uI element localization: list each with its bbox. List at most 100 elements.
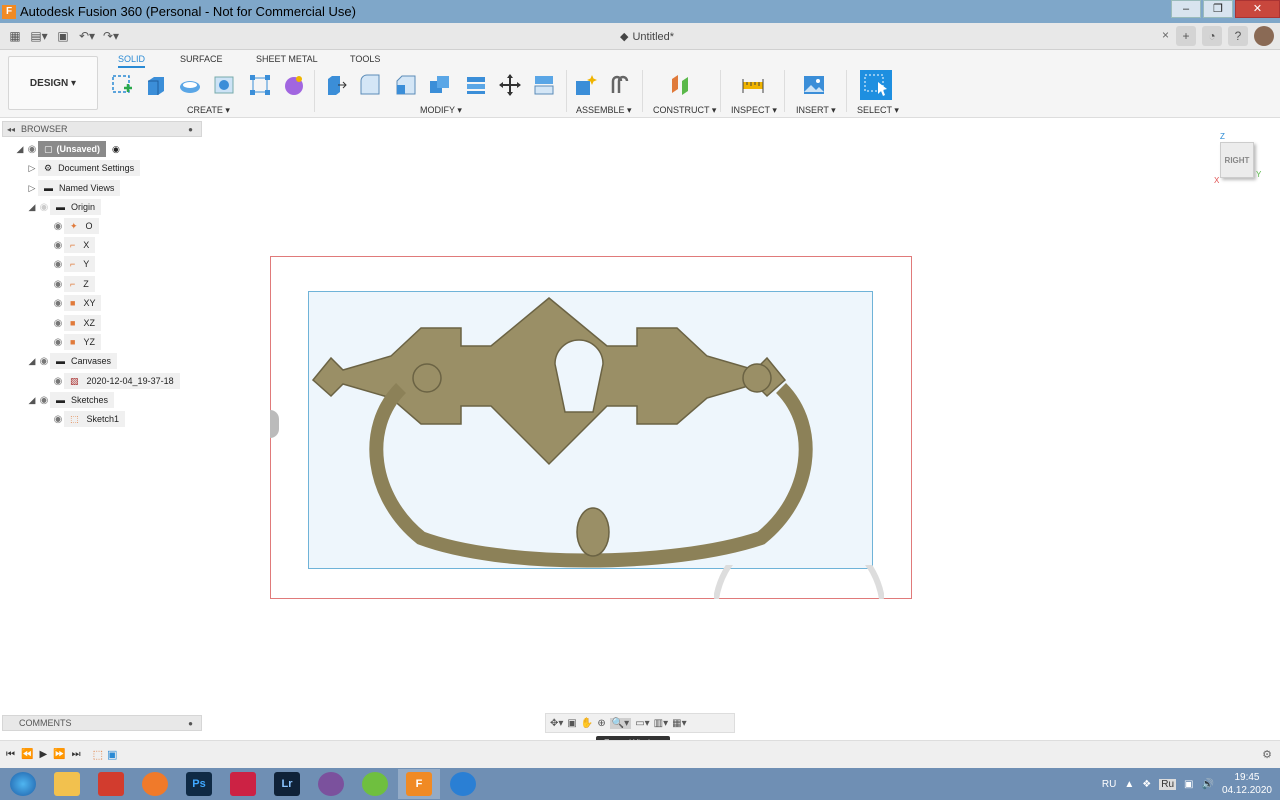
eye-icon[interactable]: ◉ [52, 376, 64, 387]
avatar[interactable] [1254, 26, 1274, 46]
timeline-settings-icon[interactable]: ⚙ [1262, 748, 1272, 761]
tree-item-origin-point[interactable]: ◉ ✦ O [52, 218, 99, 234]
zoom-window-icon[interactable]: 🔍▾ [609, 717, 632, 729]
tree-item-origin[interactable]: ◢ ◉ ▬ Origin [26, 199, 102, 215]
eye-icon[interactable]: ◉ [38, 395, 50, 406]
expand-icon[interactable]: ◢ [26, 395, 38, 406]
new-tab-button[interactable]: + [1176, 26, 1196, 46]
revolve-icon[interactable] [178, 73, 202, 97]
create-group-label[interactable]: CREATE ▾ [187, 105, 230, 116]
taskbar-disk-icon[interactable] [222, 769, 264, 799]
go-to-start-icon[interactable]: ⏮ [6, 749, 15, 760]
eye-icon[interactable]: ◉ [38, 356, 50, 367]
taskbar-app-red-icon[interactable] [90, 769, 132, 799]
minimize-button[interactable]: – [1171, 0, 1201, 18]
select-icon[interactable] [860, 70, 892, 100]
timeline-sketch-icon[interactable]: ⬚ [93, 748, 103, 761]
taskbar-lightroom-icon[interactable]: Lr [266, 769, 308, 799]
viewports-icon[interactable]: ▦▾ [672, 718, 686, 729]
step-forward-icon[interactable]: ⏩ [53, 749, 65, 760]
redo-icon[interactable]: ↷▾ [102, 27, 120, 45]
expand-icon[interactable]: ▷ [26, 183, 38, 194]
insert-image-icon[interactable] [802, 73, 826, 97]
zoom-icon[interactable]: ⊕ [597, 718, 605, 729]
tree-item-canvases[interactable]: ◢ ◉ ▬ Canvases [26, 353, 118, 369]
tree-item-z-axis[interactable]: ◉ ⌐ Z [52, 276, 95, 292]
file-menu-icon[interactable]: ▤▾ [30, 27, 48, 45]
comments-panel-header[interactable]: COMMENTS ● [2, 715, 202, 731]
tree-item-xz-plane[interactable]: ◉ ■ XZ [52, 315, 101, 331]
job-status-icon[interactable]: ◔ [1202, 26, 1222, 46]
display-settings-icon[interactable]: ▭▾ [635, 718, 649, 729]
tree-item-xy-plane[interactable]: ◉ ■ XY [52, 295, 102, 311]
pin-icon[interactable]: ● [188, 125, 193, 134]
modify-group-label[interactable]: MODIFY ▾ [420, 105, 462, 116]
tree-item-yz-plane[interactable]: ◉ ■ YZ [52, 334, 101, 350]
tab-surface[interactable]: SURFACE [180, 54, 223, 64]
taskbar-fusion-icon[interactable]: F [398, 769, 440, 799]
eye-icon[interactable]: ◉ [52, 318, 64, 329]
timeline-canvas-icon[interactable]: ▣ [107, 748, 117, 761]
measure-icon[interactable] [741, 73, 765, 97]
orbit-icon[interactable]: ✥▾ [550, 718, 563, 729]
tab-solid[interactable]: SOLID [118, 54, 146, 68]
undo-icon[interactable]: ↶▾ [78, 27, 96, 45]
network-icon[interactable]: ▣ [1184, 779, 1193, 790]
browser-panel-header[interactable]: ◂◂ BROWSER ● [2, 121, 202, 137]
fillet-icon[interactable] [358, 73, 382, 97]
activate-radio-icon[interactable]: ◉ [112, 144, 120, 155]
assemble-group-label[interactable]: ASSEMBLE ▾ [576, 105, 632, 116]
help-icon[interactable]: ? [1228, 26, 1248, 46]
chamfer-icon[interactable] [394, 73, 418, 97]
expand-icon[interactable]: ◢ [14, 144, 26, 155]
save-icon[interactable]: ▣ [54, 27, 72, 45]
construct-group-label[interactable]: CONSTRUCT ▾ [653, 105, 716, 116]
workspace-switcher[interactable]: DESIGN ▾ [8, 56, 98, 110]
collapse-browser-icon[interactable]: ◂◂ [7, 125, 15, 134]
grid-settings-icon[interactable]: ▥▾ [654, 718, 668, 729]
clock[interactable]: 19:45 04.12.2020 [1222, 771, 1272, 797]
eye-icon[interactable]: ◉ [52, 221, 64, 232]
inspect-group-label[interactable]: INSPECT ▾ [731, 105, 777, 116]
insert-group-label[interactable]: INSERT ▾ [796, 105, 836, 116]
taskbar-photoshop-icon[interactable]: Ps [178, 769, 220, 799]
taskbar-firefox-icon[interactable] [134, 769, 176, 799]
grid-menu-icon[interactable]: ▦ [6, 27, 24, 45]
combine-icon[interactable] [464, 73, 488, 97]
keyboard-layout-indicator[interactable]: Ru [1159, 778, 1177, 790]
tray-expand-icon[interactable]: ▲ [1124, 779, 1134, 790]
tab-tools[interactable]: TOOLS [350, 54, 380, 64]
tree-item-canvas-image[interactable]: ◉ ▨ 2020-12-04_19-37-18 [52, 373, 180, 389]
eye-icon[interactable]: ◉ [52, 240, 64, 251]
tree-item-document-settings[interactable]: ▷ ⚙ Document Settings [26, 160, 141, 176]
pattern-icon[interactable] [248, 73, 272, 97]
expand-icon[interactable]: ◢ [26, 356, 38, 367]
offset-plane-icon[interactable] [668, 73, 692, 97]
taskbar-app-blue-icon[interactable] [442, 769, 484, 799]
eye-icon[interactable]: ◉ [52, 298, 64, 309]
joint-icon[interactable] [608, 73, 632, 97]
tree-item-sketches[interactable]: ◢ ◉ ▬ Sketches [26, 392, 115, 408]
dropbox-icon[interactable]: ❖ [1142, 779, 1151, 790]
align-icon[interactable] [532, 73, 556, 97]
tab-sheet-metal[interactable]: SHEET METAL [256, 54, 318, 64]
language-indicator[interactable]: RU [1102, 779, 1116, 790]
add-comment-icon[interactable]: ● [188, 719, 193, 728]
viewcube[interactable]: Z RIGHT Y X [1214, 130, 1264, 185]
viewcube-face-right[interactable]: RIGHT [1220, 142, 1254, 178]
step-back-icon[interactable]: ⏪ [21, 749, 33, 760]
pan-icon[interactable]: ✋ [581, 718, 593, 729]
shell-icon[interactable] [428, 73, 452, 97]
tree-item-named-views[interactable]: ▷ ▬ Named Views [26, 180, 121, 196]
select-group-label[interactable]: SELECT ▾ [857, 105, 899, 116]
eye-icon[interactable]: ◉ [52, 414, 64, 425]
expand-icon[interactable]: ▷ [26, 163, 38, 174]
eye-icon[interactable]: ◉ [52, 279, 64, 290]
close-document-icon[interactable]: × [1162, 28, 1169, 42]
volume-icon[interactable]: 🔊 [1201, 779, 1213, 790]
sweep-icon[interactable] [212, 73, 236, 97]
tree-item-x-axis[interactable]: ◉ ⌐ X [52, 237, 96, 253]
eye-icon[interactable]: ◉ [26, 144, 38, 155]
create-form-icon[interactable] [282, 73, 306, 97]
tree-item-root[interactable]: ◢ ◉ ▢ (Unsaved) ◉ [14, 141, 120, 157]
